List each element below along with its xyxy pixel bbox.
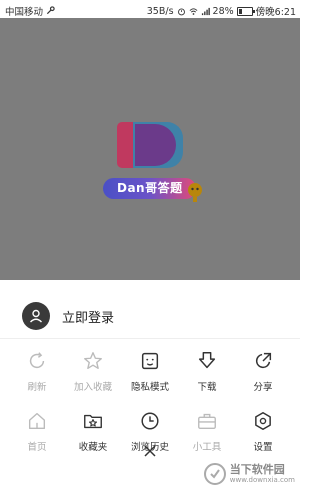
home-icon <box>28 412 46 430</box>
signal-icon <box>201 7 210 15</box>
refresh-icon <box>29 352 45 369</box>
menu-item-private-mode[interactable]: 隐私模式 <box>125 350 175 393</box>
menu-item-label: 小工具 <box>192 442 222 453</box>
battery-fill <box>238 8 242 14</box>
menu-item-tools[interactable]: 小工具 <box>182 410 232 453</box>
menu-item-label: 刷新 <box>27 382 47 393</box>
battery-icon <box>236 6 255 16</box>
watermark-title: 当下软件园 <box>229 463 285 476</box>
key-icon <box>46 6 55 15</box>
alarm-icon <box>177 8 185 15</box>
watermark-logo-icon <box>203 463 226 485</box>
menu-item-label: 加入收藏 <box>73 382 112 393</box>
mascot-icon <box>188 183 202 202</box>
menu-item-bookmarks[interactable]: 收藏夹 <box>68 410 118 453</box>
login-label: 立即登录 <box>62 310 115 326</box>
network-speed: 35B/s <box>146 5 174 17</box>
incognito-face-icon <box>141 352 159 370</box>
clock-icon <box>141 412 159 430</box>
watermark: 当下软件园 www.downxia.com <box>203 462 295 486</box>
menu-item-share[interactable]: 分享 <box>238 350 288 393</box>
status-right: 35B/s 28% 傍晚6:21 <box>146 4 296 19</box>
wifi-icon <box>189 7 197 15</box>
menu-item-label: 设置 <box>253 442 273 453</box>
download-arrow-icon <box>198 352 216 369</box>
menu-item-label: 收藏夹 <box>78 442 108 453</box>
battery-percent: 28% <box>212 5 234 17</box>
carrier-text: 中国移动 <box>5 7 44 18</box>
menu-item-label: 首页 <box>27 442 47 453</box>
close-button[interactable] <box>140 441 160 461</box>
watermark-url: www.downxia.com <box>229 476 295 484</box>
close-icon <box>144 445 156 457</box>
user-icon <box>30 309 42 323</box>
clock-time: 傍晚6:21 <box>255 7 296 18</box>
toolbox-icon <box>198 413 216 430</box>
carrier-label: 中国移动 <box>5 4 55 18</box>
menu-item-settings[interactable]: 设置 <box>238 410 288 453</box>
bookmark-folder-icon <box>84 414 102 429</box>
menu-divider <box>0 338 300 339</box>
settings-hexagon-icon <box>255 412 271 430</box>
menu-item-label: 下载 <box>197 382 217 393</box>
menu-item-label: 分享 <box>253 382 273 393</box>
share-icon <box>256 352 272 368</box>
login-button[interactable]: 立即登录 <box>22 302 114 330</box>
menu-item-refresh[interactable]: 刷新 <box>12 350 62 393</box>
menu-item-home[interactable]: 首页 <box>12 410 62 453</box>
menu-item-download[interactable]: 下载 <box>182 350 232 393</box>
avatar <box>22 302 50 330</box>
menu-item-add-favorite[interactable]: 加入收藏 <box>68 350 118 393</box>
app-logo-icon <box>117 122 183 168</box>
status-bar: 中国移动 35B/s 28% 傍晚6:21 <box>0 0 300 18</box>
app-name-badge: Dan哥答题 <box>103 178 196 199</box>
app-name-text: Dan哥答题 <box>117 181 183 195</box>
menu-item-label: 隐私模式 <box>130 382 169 393</box>
star-icon <box>84 352 102 370</box>
